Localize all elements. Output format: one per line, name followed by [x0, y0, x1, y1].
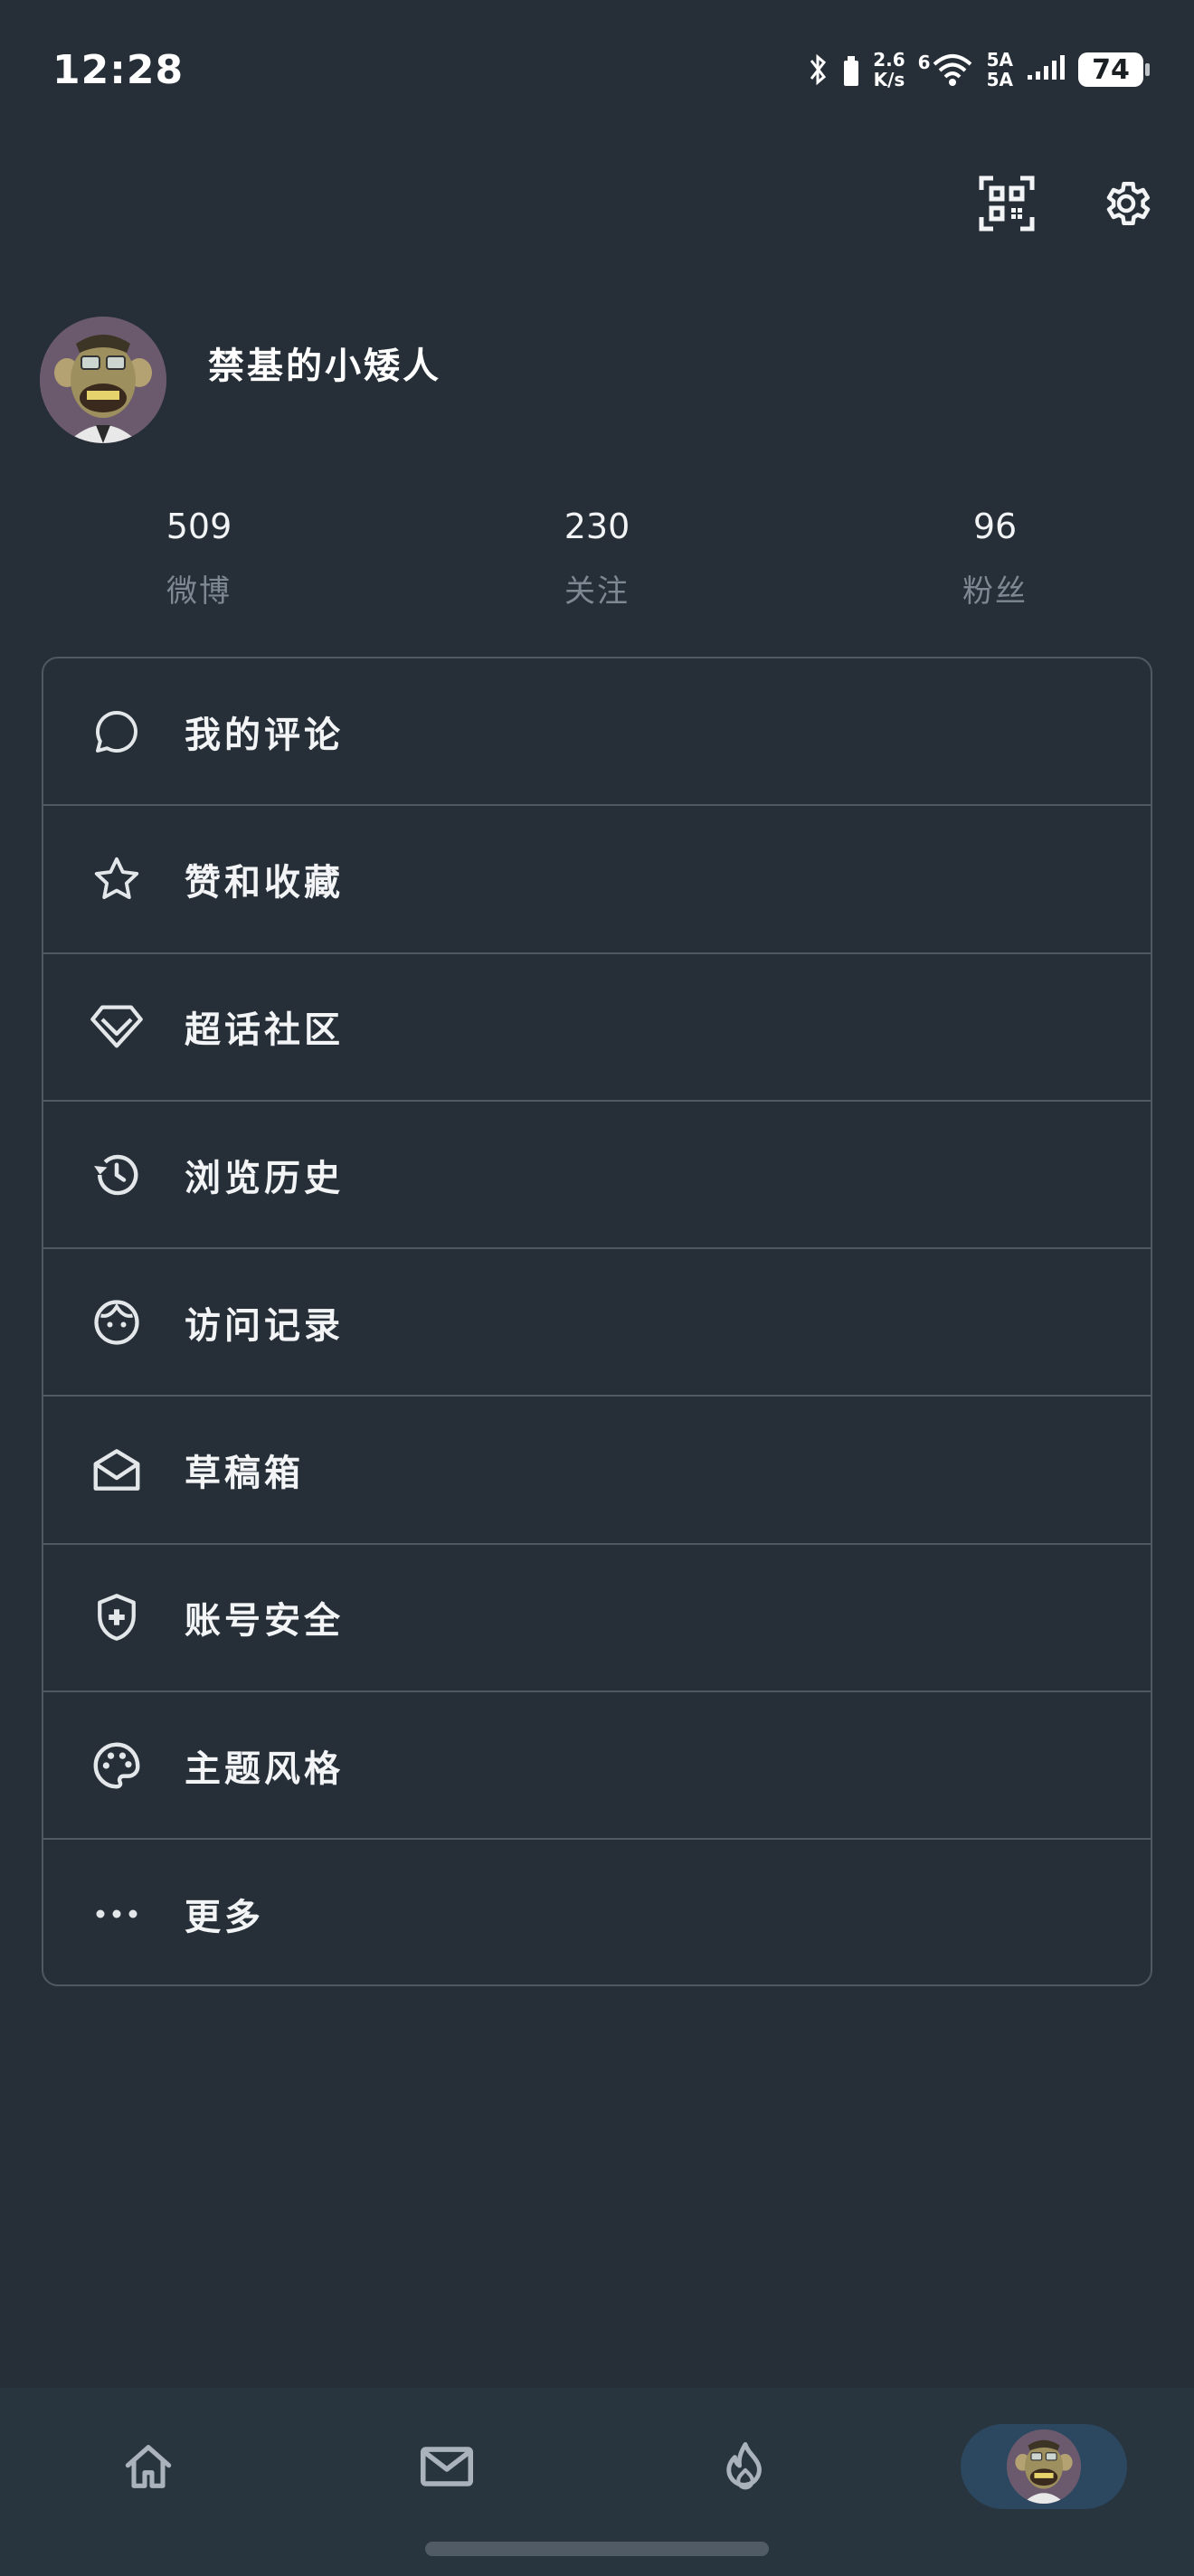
drafts-mail-icon: [85, 1438, 148, 1501]
menu-item-super-topic[interactable]: 超话社区: [43, 954, 1151, 1102]
qr-code-scan-icon[interactable]: [975, 172, 1038, 235]
menu-item-label: 浏览历史: [185, 1157, 344, 1199]
stat-followers[interactable]: 96 粉丝: [905, 507, 1085, 611]
menu-item-my-comments[interactable]: 我的评论: [43, 658, 1151, 807]
cell-signal-icon: [1028, 55, 1065, 80]
stat-followers-count: 96: [972, 507, 1018, 546]
diamond-icon: [85, 995, 148, 1058]
signal-label-1: 5A: [986, 49, 1013, 71]
mail-icon: [420, 2447, 474, 2486]
stat-followers-label: 粉丝: [962, 573, 1028, 610]
menu-item-drafts[interactable]: 草稿箱: [43, 1397, 1151, 1545]
stat-weibo-count: 509: [166, 507, 232, 546]
battery-indicator: 74: [1078, 52, 1150, 87]
menu-item-more[interactable]: 更多: [43, 1840, 1151, 1984]
status-icons: 2.6 K/s 6 5A 5A 74: [808, 47, 1150, 92]
menu-item-label: 更多: [185, 1897, 264, 1939]
nav-profile[interactable]: [961, 2424, 1127, 2509]
menu-item-label: 超话社区: [185, 1009, 344, 1052]
menu-item-label: 我的评论: [185, 714, 344, 756]
shield-plus-icon: [85, 1586, 148, 1649]
menu-item-label: 草稿箱: [185, 1453, 304, 1495]
username[interactable]: 禁基的小矮人: [208, 336, 441, 389]
nav-home[interactable]: [85, 2424, 212, 2509]
menu-item-label: 访问记录: [185, 1304, 344, 1347]
top-actions: [975, 172, 1158, 235]
nav-messages[interactable]: [384, 2424, 510, 2509]
menu-item-label: 主题风格: [185, 1747, 344, 1790]
menu-item-label: 账号安全: [185, 1600, 344, 1643]
gear-icon[interactable]: [1094, 172, 1158, 235]
menu-item-likes-favorites[interactable]: 赞和收藏: [43, 806, 1151, 954]
history-icon: [85, 1143, 148, 1207]
wifi-indicator: 6: [918, 52, 974, 88]
stat-weibo[interactable]: 509 微博: [109, 507, 289, 611]
network-speed: 2.6 K/s: [873, 50, 905, 90]
wifi-badge: 6: [917, 52, 931, 73]
menu-item-account-security[interactable]: 账号安全: [43, 1545, 1151, 1693]
stat-following-label: 关注: [564, 573, 630, 610]
network-speed-unit: K/s: [873, 69, 905, 90]
avatar[interactable]: [40, 317, 166, 443]
menu-item-label: 赞和收藏: [185, 861, 344, 904]
menu-item-visit-records[interactable]: 访问记录: [43, 1249, 1151, 1397]
star-icon: [85, 848, 148, 911]
signal-label-2: 5A: [986, 69, 1013, 90]
nav-hot[interactable]: [682, 2424, 809, 2509]
network-speed-value: 2.6: [873, 49, 905, 71]
palette-icon: [85, 1734, 148, 1797]
home-icon: [125, 2445, 172, 2488]
bluetooth-icon: [810, 53, 827, 86]
comment-icon: [85, 700, 148, 763]
menu-item-browse-history[interactable]: 浏览历史: [43, 1102, 1151, 1250]
menu-item-theme-style[interactable]: 主题风格: [43, 1692, 1151, 1841]
status-bar: 12:28 2.6 K/s 6 5A 5A 74: [0, 0, 1194, 145]
fire-icon: [726, 2442, 762, 2490]
menu-card: 我的评论 赞和收藏 超话社区 浏览历史 访问记录 草稿箱 账号安全 主题风格 更…: [42, 657, 1152, 1986]
face-icon: [85, 1291, 148, 1354]
home-indicator[interactable]: [425, 2542, 769, 2556]
phone-battery-icon: [844, 56, 859, 86]
wifi-icon: [933, 54, 971, 86]
stat-following[interactable]: 230 关注: [507, 507, 687, 611]
status-time: 12:28: [52, 47, 185, 93]
profile-avatar: [1007, 2429, 1081, 2504]
profile-stats: 509 微博 230 关注 96 粉丝: [0, 507, 1194, 624]
stat-following-count: 230: [564, 507, 630, 546]
stat-weibo-label: 微博: [166, 573, 232, 610]
cell-signal-labels: 5A 5A: [987, 50, 1013, 90]
more-dots-icon: [85, 1882, 148, 1946]
